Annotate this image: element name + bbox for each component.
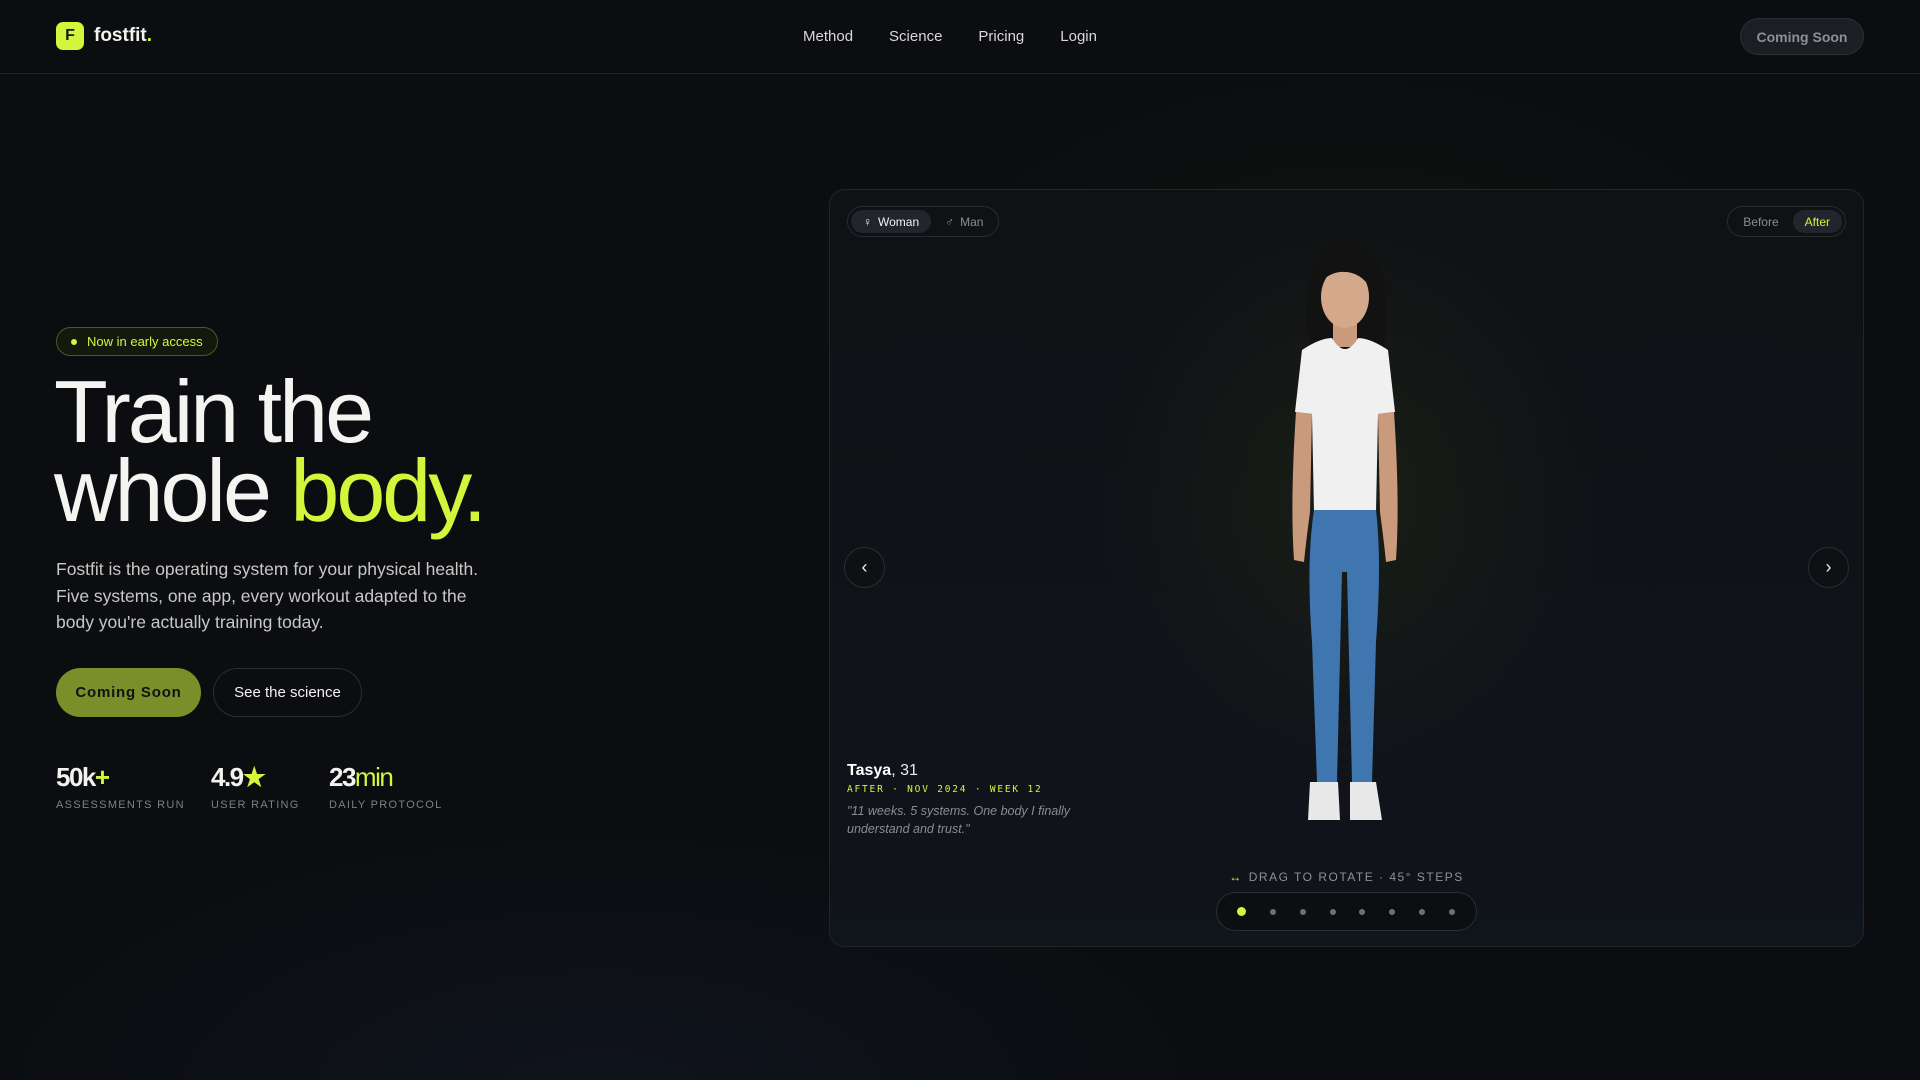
hero-title: Train the whole body. xyxy=(54,368,487,535)
early-access-badge: Now in early access xyxy=(56,327,218,356)
nav-link-science[interactable]: Science xyxy=(889,28,942,45)
nav-coming-soon-button[interactable]: Coming Soon xyxy=(1740,18,1864,55)
rotation-step-dot[interactable] xyxy=(1329,908,1336,915)
drag-hint: ↔ DRAG TO ROTATE · 45° STEPS xyxy=(830,870,1863,884)
title-line-2: whole xyxy=(54,441,291,540)
coming-soon-button[interactable]: Coming Soon xyxy=(56,668,201,717)
person-name: Tasya xyxy=(847,762,892,779)
drag-arrows-icon: ↔ xyxy=(1229,870,1243,884)
male-icon: ♂ xyxy=(945,214,955,229)
stat-label: ASSESSMENTS RUN xyxy=(56,799,185,811)
next-arrow-button[interactable]: › xyxy=(1808,547,1849,588)
chevron-left-icon: ‹ xyxy=(861,557,868,577)
option-label: Woman xyxy=(878,214,920,229)
progress-meta: AFTER · NOV 2024 · WEEK 12 xyxy=(847,784,1043,795)
rotation-step-dot[interactable] xyxy=(1237,907,1246,916)
rotation-step-dot[interactable] xyxy=(1419,908,1426,915)
rotation-step-dot[interactable] xyxy=(1359,908,1366,915)
body-viewer-card: ♀ Woman ♂ Man Before After ‹ › Tasya, 31 A… xyxy=(829,189,1864,947)
stat-value: 50k xyxy=(56,762,96,792)
stat-rating: 4.9★ USER RATING xyxy=(211,762,300,811)
body-figure-image[interactable] xyxy=(1230,242,1460,852)
female-icon: ♀ xyxy=(863,214,872,229)
nav-link-method[interactable]: Method xyxy=(803,28,853,45)
top-nav: F fostfit. Method Science Pricing Login … xyxy=(0,0,1920,74)
nav-links: Method Science Pricing Login xyxy=(803,28,1097,45)
nav-link-login[interactable]: Login xyxy=(1060,28,1097,45)
chevron-right-icon: › xyxy=(1825,557,1832,577)
stat-suffix: + xyxy=(94,762,110,792)
rotation-step-dot[interactable] xyxy=(1269,908,1276,915)
person-age: , 31 xyxy=(891,762,918,779)
logo[interactable]: F fostfit. xyxy=(56,22,152,50)
stat-protocol: 23min DAILY PROTOCOL xyxy=(329,762,443,811)
phase-option-before[interactable]: Before xyxy=(1731,210,1790,233)
logo-icon: F xyxy=(56,22,84,50)
prev-arrow-button[interactable]: ‹ xyxy=(844,547,885,588)
rotation-step-dot[interactable] xyxy=(1299,908,1306,915)
stat-label: DAILY PROTOCOL xyxy=(329,799,443,811)
hero-description: Fostfit is the operating system for your… xyxy=(56,559,479,632)
brand-dot: . xyxy=(146,25,153,46)
gender-toggle: ♀ Woman ♂ Man xyxy=(847,206,1000,237)
testimonial-quote: "11 weeks. 5 systems. One body I finally… xyxy=(847,804,1071,836)
rotation-step-dot[interactable] xyxy=(1448,908,1455,915)
stat-value: 4.9 xyxy=(211,762,244,792)
stat-assessments: 50k+ ASSESSMENTS RUN xyxy=(56,762,185,811)
stat-label: USER RATING xyxy=(211,799,300,811)
stat-suffix: min xyxy=(354,762,394,792)
rotation-step-dots xyxy=(1216,892,1477,931)
brand-name: fostfit xyxy=(94,25,147,46)
gender-option-woman[interactable]: ♀ Woman xyxy=(851,210,932,233)
nav-link-pricing[interactable]: Pricing xyxy=(978,28,1024,45)
gender-option-man[interactable]: ♂ Man xyxy=(933,210,995,233)
stat-value: 23 xyxy=(329,762,356,792)
title-accent: body. xyxy=(290,441,487,540)
star-icon: ★ xyxy=(242,762,266,792)
see-science-button[interactable]: See the science xyxy=(213,668,362,717)
option-label: Man xyxy=(960,214,984,229)
rotation-step-dot[interactable] xyxy=(1389,908,1396,915)
before-after-toggle: Before After xyxy=(1727,206,1846,237)
drag-hint-text: DRAG TO ROTATE · 45° STEPS xyxy=(1248,870,1464,884)
phase-option-after[interactable]: After xyxy=(1792,210,1842,233)
testimonial: Tasya, 31 AFTER · NOV 2024 · WEEK 12 "11… xyxy=(847,762,1087,838)
